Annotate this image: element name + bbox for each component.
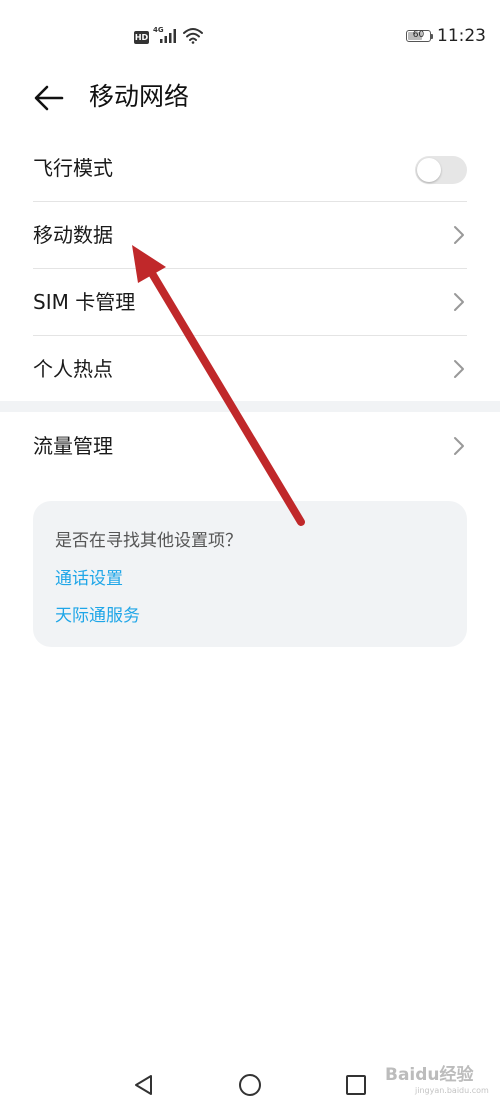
- data-usage-row[interactable]: 流量管理: [0, 413, 500, 479]
- suggestion-card: 是否在寻找其他设置项？ 通话设置 天际通服务: [33, 501, 467, 647]
- watermark-site: jingyan.baidu.com: [415, 1086, 489, 1095]
- chevron-right-icon: [454, 226, 464, 244]
- sim-management-label: SIM 卡管理: [33, 290, 136, 314]
- toggle-knob: [417, 158, 441, 182]
- back-arrow-icon: [34, 85, 64, 111]
- nav-recents-button[interactable]: [339, 1068, 373, 1102]
- nav-home-button[interactable]: [233, 1068, 267, 1102]
- chevron-right-icon: [454, 437, 464, 455]
- hd-badge: HD: [134, 31, 149, 44]
- airplane-mode-toggle[interactable]: [415, 156, 467, 184]
- sim-management-row[interactable]: SIM 卡管理: [0, 269, 500, 335]
- call-settings-link[interactable]: 通话设置: [55, 564, 123, 589]
- nav-back-button[interactable]: [127, 1068, 161, 1102]
- hotspot-label: 个人热点: [33, 357, 113, 381]
- circle-home-icon: [239, 1074, 261, 1096]
- status-time: 11:23: [437, 26, 486, 46]
- triangle-back-icon: [135, 1075, 152, 1095]
- square-recents-icon: [346, 1075, 366, 1095]
- watermark-brand: Baidu经验: [385, 1065, 474, 1085]
- page-title: 移动网络: [89, 82, 190, 111]
- signal-icon: [160, 29, 176, 43]
- chevron-right-icon: [454, 360, 464, 378]
- wifi-icon: [183, 28, 203, 44]
- mobile-data-row[interactable]: 移动数据: [0, 202, 500, 268]
- airplane-mode-label: 飞行模式: [33, 156, 113, 180]
- battery-level: 60: [412, 30, 425, 40]
- skytone-service-link[interactable]: 天际通服务: [55, 601, 140, 626]
- section-gap: [0, 401, 500, 412]
- battery-icon: 60: [406, 30, 431, 42]
- battery-tip: [431, 34, 433, 39]
- status-bar: HD 4G 60 11:23: [0, 0, 500, 76]
- chevron-right-icon: [454, 293, 464, 311]
- hotspot-row[interactable]: 个人热点: [0, 336, 500, 402]
- mobile-data-label: 移动数据: [33, 223, 113, 247]
- data-usage-label: 流量管理: [33, 434, 113, 458]
- suggestion-question: 是否在寻找其他设置项？: [55, 531, 242, 551]
- back-button[interactable]: [28, 78, 72, 118]
- airplane-mode-row[interactable]: 飞行模式: [0, 135, 500, 201]
